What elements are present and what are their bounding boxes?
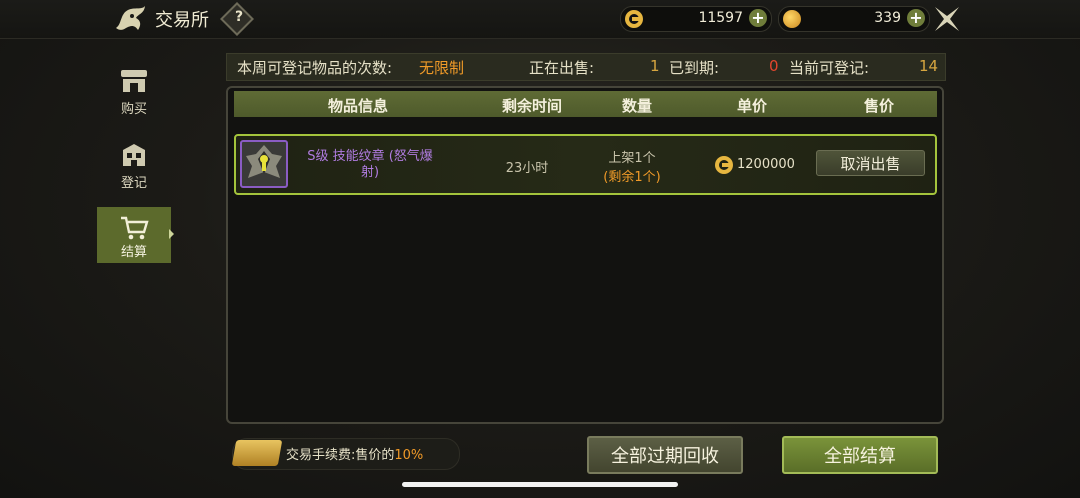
- quantity-listed: 上架1个: [608, 151, 656, 166]
- expired-value: 0: [769, 57, 779, 75]
- coin-c-icon: [625, 10, 643, 28]
- header-unit-price: 单价: [736, 97, 768, 115]
- time-remaining: 23小时: [505, 161, 549, 176]
- sidebar-item-label: 购买: [120, 102, 147, 117]
- cancel-sale-button[interactable]: 取消出售: [816, 150, 925, 176]
- currency-gold-display: 339 +: [778, 6, 930, 32]
- sidebar-item-label: 结算: [120, 245, 147, 260]
- add-currency-c-button[interactable]: +: [749, 9, 767, 27]
- sidebar-item-settle[interactable]: 结算: [97, 207, 171, 263]
- fee-value: 10%: [394, 448, 424, 463]
- gold-coin-icon: [783, 10, 801, 28]
- unit-price: 1200000: [737, 157, 795, 172]
- available-label: 当前可登记:: [789, 59, 870, 77]
- sidebar-item-buy[interactable]: 购买: [97, 64, 171, 120]
- fee-text: 交易手续费:售价的10%: [286, 444, 423, 463]
- table-header: 物品信息 剩余时间 数量 单价 售价: [234, 91, 937, 117]
- shop-icon: [121, 70, 147, 92]
- currency-c-value: 11597: [698, 10, 743, 26]
- register-icon: [123, 144, 145, 166]
- ticket-icon: [231, 440, 283, 466]
- header-quantity: 数量: [621, 97, 653, 115]
- emblem-icon: [246, 145, 282, 178]
- reclaim-all-expired-button[interactable]: 全部过期回收: [587, 436, 743, 474]
- item-slot[interactable]: [240, 140, 288, 188]
- selling-value: 1: [650, 57, 660, 75]
- header-time-left: 剩余时间: [501, 97, 563, 115]
- stats-bar: 本周可登记物品的次数: 无限制 正在出售: 1 已到期: 0 当前可登记: 14: [226, 53, 946, 81]
- cart-icon: [121, 216, 149, 240]
- currency-gold-value: 339: [874, 10, 901, 26]
- weekly-register-label: 本周可登记物品的次数:: [237, 59, 393, 77]
- settle-all-button[interactable]: 全部结算: [782, 436, 938, 474]
- item-name: S级 技能纹章 (怒气爆射): [307, 149, 433, 180]
- header-sale-price: 售价: [863, 97, 895, 115]
- available-value: 14: [919, 57, 939, 75]
- quantity-remaining: (剩余1个): [603, 170, 661, 185]
- help-icon: ?: [235, 8, 244, 25]
- add-currency-gold-button[interactable]: +: [907, 9, 925, 27]
- active-indicator-icon: [169, 229, 174, 239]
- fee-label: 交易手续费:售价的: [286, 448, 395, 463]
- header-item-info: 物品信息: [327, 97, 389, 115]
- page-title: 交易所: [155, 10, 209, 31]
- weekly-register-value: 无限制: [419, 59, 465, 77]
- coin-c-icon: [715, 156, 733, 174]
- sidebar-item-register[interactable]: 登记: [97, 138, 171, 194]
- sidebar-item-label: 登记: [120, 176, 147, 191]
- selling-label: 正在出售:: [529, 59, 595, 77]
- close-icon[interactable]: [932, 4, 962, 34]
- dragon-logo-icon: [116, 6, 145, 30]
- home-indicator[interactable]: [402, 482, 678, 487]
- expired-label: 已到期:: [669, 59, 720, 77]
- currency-c-display: 11597 +: [620, 6, 772, 32]
